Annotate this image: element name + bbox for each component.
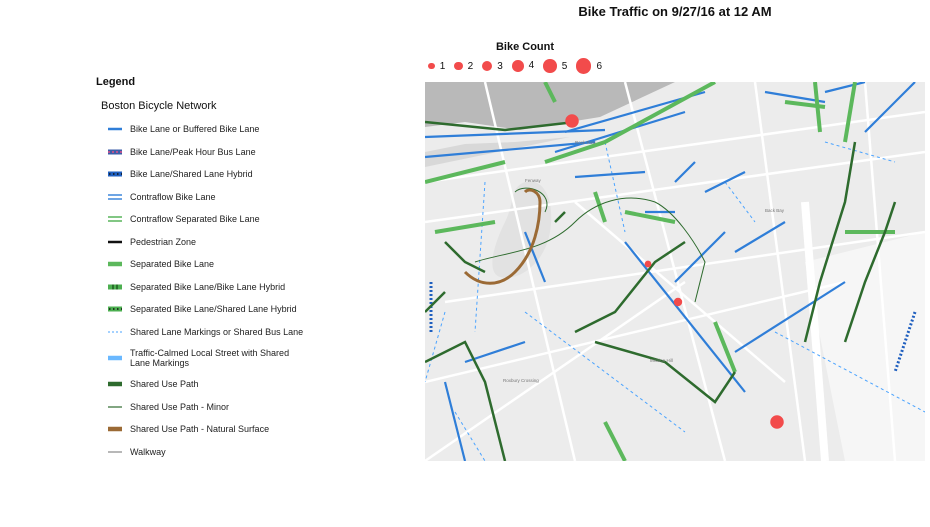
- map-label: Rock Row: [575, 140, 596, 145]
- legend-item: Contraflow Bike Lane: [96, 186, 336, 209]
- map-title: Bike Traffic on 9/27/16 at 12 AM: [578, 4, 772, 19]
- bike-count-label: 4: [528, 60, 535, 72]
- bike-count-scale-item: 3: [482, 61, 503, 72]
- legend-item-label: Pedestrian Zone: [130, 236, 197, 247]
- map-canvas[interactable]: Rock Row Mission Hill Roxbury Crossing F…: [425, 82, 925, 461]
- bike-counter-point[interactable]: [644, 260, 652, 268]
- bike-count-scale-item: 5: [543, 59, 567, 73]
- legend-symbol-icon: [108, 425, 122, 433]
- legend-item: Separated Bike Lane: [96, 253, 336, 276]
- bike-count-scale-item: 2: [454, 61, 473, 72]
- legend-item: Shared Use Path - Natural Surface: [96, 418, 336, 441]
- legend-item: Bike Lane/Shared Lane Hybrid: [96, 163, 336, 186]
- legend-symbol-icon: [108, 448, 122, 456]
- bike-count-title: Bike Count: [495, 41, 555, 53]
- bike-count-scale-item: 1: [428, 61, 445, 72]
- legend-symbol-icon: [108, 283, 122, 291]
- map-label: Roxbury Crossing: [503, 378, 539, 383]
- legend-symbol-icon: [108, 260, 122, 268]
- bike-counter-point[interactable]: [673, 297, 683, 307]
- legend-item: Traffic-Calmed Local Street with Shared …: [96, 343, 336, 373]
- legend-symbol-icon: [108, 170, 122, 178]
- legend-item-label: Contraflow Separated Bike Lane: [130, 214, 260, 225]
- legend-item-label: Separated Bike Lane/Bike Lane Hybrid: [130, 281, 286, 292]
- legend-item-label: Separated Bike Lane/Shared Lane Hybrid: [130, 304, 297, 315]
- bike-count-dot: [482, 60, 493, 72]
- legend-symbol-icon: [108, 148, 122, 156]
- bike-counter-point[interactable]: [770, 415, 784, 429]
- bike-count-scale: 1 2 3 4 5 6: [428, 58, 611, 74]
- bike-count-dot: [428, 62, 435, 70]
- legend-item: Shared Use Path - Minor: [96, 396, 336, 419]
- bike-count-label: 3: [497, 60, 503, 72]
- map-label: Fenway: [525, 178, 542, 183]
- bike-count-dot: [454, 61, 463, 71]
- map-label: Mission Hill: [650, 358, 673, 363]
- legend-item-label: Shared Lane Markings or Shared Bus Lane: [130, 326, 304, 337]
- legend-item-label: Shared Use Path - Natural Surface: [130, 424, 270, 435]
- legend-symbol-icon: [108, 354, 122, 362]
- legend-item-label: Walkway: [130, 446, 166, 457]
- legend-item-label: Bike Lane or Buffered Bike Lane: [130, 124, 260, 135]
- legend-symbol-icon: [108, 125, 122, 133]
- legend-item-label: Contraflow Bike Lane: [130, 191, 216, 202]
- bike-count-label: 1: [439, 60, 446, 72]
- bike-count-dot: [511, 60, 524, 72]
- bike-count-scale-item: 6: [576, 58, 603, 74]
- map-label: Back Bay: [765, 208, 785, 213]
- legend-symbol-icon: [108, 403, 122, 411]
- legend-symbol-icon: [108, 193, 122, 201]
- legend-item-label: Traffic-Calmed Local Street with Shared …: [130, 348, 290, 368]
- legend-title: Legend: [96, 76, 136, 88]
- legend-item: Pedestrian Zone: [96, 231, 336, 254]
- bike-count-dot: [576, 58, 592, 74]
- bike-count-label: 5: [561, 60, 568, 72]
- legend-symbol-icon: [108, 238, 122, 246]
- legend-subtitle: Boston Bicycle Network: [101, 100, 217, 112]
- legend-item: Separated Bike Lane/Bike Lane Hybrid: [96, 276, 336, 299]
- legend-item-label: Bike Lane/Shared Lane Hybrid: [130, 169, 253, 180]
- map-view[interactable]: Rock Row Mission Hill Roxbury Crossing F…: [425, 82, 925, 461]
- bike-counter-point[interactable]: [565, 114, 579, 128]
- legend-item-label: Shared Use Path - Minor: [130, 401, 230, 412]
- legend-panel: Legend Boston Bicycle Network Bike Lane …: [96, 76, 336, 463]
- legend-items: Bike Lane or Buffered Bike Lane Bike Lane…: [96, 118, 336, 463]
- legend-item-label: Bike Lane/Peak Hour Bus Lane: [130, 146, 256, 157]
- bike-count-label: 6: [596, 60, 603, 72]
- bike-count-dot: [543, 59, 557, 73]
- legend-item: Separated Bike Lane/Shared Lane Hybrid: [96, 298, 336, 321]
- bike-count-label: 2: [467, 60, 474, 72]
- legend-item: Shared Use Path: [96, 373, 336, 396]
- legend-item: Walkway: [96, 441, 336, 464]
- bike-count-scale-item: 4: [511, 60, 535, 72]
- legend-symbol-icon: [108, 380, 122, 388]
- legend-item: Bike Lane or Buffered Bike Lane: [96, 118, 336, 141]
- legend-item-label: Separated Bike Lane: [130, 259, 215, 270]
- legend-item: Shared Lane Markings or Shared Bus Lane: [96, 321, 336, 344]
- legend-symbol-icon: [108, 305, 122, 313]
- legend-item: Contraflow Separated Bike Lane: [96, 208, 336, 231]
- legend-symbol-icon: [108, 215, 122, 223]
- legend-symbol-icon: [108, 328, 122, 336]
- legend-item-label: Shared Use Path: [130, 379, 199, 390]
- legend-item: Bike Lane/Peak Hour Bus Lane: [96, 141, 336, 164]
